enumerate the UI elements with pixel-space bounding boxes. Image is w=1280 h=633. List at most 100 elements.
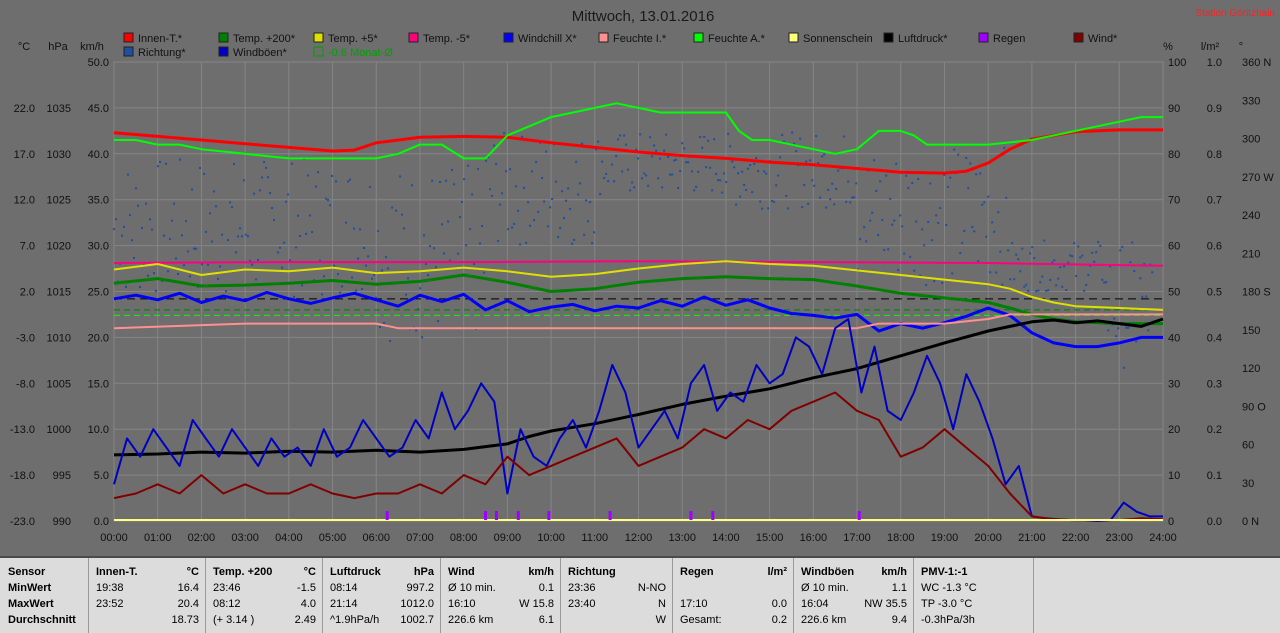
direction-point: [227, 239, 230, 242]
tick-label-wind: 35.0: [88, 195, 109, 207]
direction-point: [847, 180, 850, 183]
direction-point: [1033, 257, 1036, 260]
direction-point: [687, 161, 690, 164]
direction-point: [1129, 261, 1132, 264]
direction-point: [743, 183, 746, 186]
direction-point: [483, 271, 486, 274]
direction-point: [131, 239, 134, 242]
tick-label-pressure: 1020: [47, 241, 71, 253]
direction-point: [481, 225, 484, 228]
direction-point: [713, 138, 716, 141]
direction-point: [241, 235, 244, 238]
direction-point: [801, 206, 804, 209]
tick-label-time: 23:00: [1106, 532, 1134, 544]
direction-point: [551, 198, 554, 201]
stats-cell-value: N: [658, 598, 666, 610]
direction-point: [545, 150, 548, 153]
legend-swatch: [788, 32, 799, 43]
direction-point: [1009, 278, 1012, 281]
stats-header: PMV-1:-1: [913, 564, 1033, 580]
direction-point: [685, 161, 688, 164]
direction-point: [305, 232, 308, 235]
tick-label-time: 17:00: [843, 532, 871, 544]
direction-point: [821, 155, 824, 158]
stats-cell-label: MinWert: [8, 582, 52, 594]
direction-point: [489, 188, 492, 191]
direction-point: [437, 320, 440, 323]
direction-point: [625, 143, 628, 146]
stats-row: 23:46 -1.5: [205, 580, 322, 596]
stats-header: Luftdruck hPa: [322, 564, 440, 580]
direction-point: [991, 221, 994, 224]
tick-label-direction: 150: [1242, 325, 1260, 337]
tick-label-time: 05:00: [319, 532, 347, 544]
direction-point: [1015, 253, 1018, 256]
direction-point: [647, 184, 650, 187]
direction-point: [1019, 270, 1022, 273]
stats-column: Regen l/m² 17:10 0.0 Gesamt: 0.2: [672, 558, 794, 633]
direction-point: [155, 289, 158, 292]
stats-row: 17:10 0.0: [672, 596, 793, 612]
direction-point: [473, 262, 476, 265]
stats-cell-value: 1012.0: [400, 598, 434, 610]
legend-label: Luftdruck*: [898, 33, 948, 45]
direction-point: [589, 201, 592, 204]
direction-point: [781, 134, 784, 137]
direction-point: [169, 238, 172, 241]
direction-point: [911, 182, 914, 185]
direction-point: [415, 329, 418, 332]
direction-point: [211, 240, 214, 243]
direction-point: [631, 181, 634, 184]
direction-point: [813, 184, 816, 187]
stats-cell-label: 19:38: [96, 582, 124, 594]
direction-point: [165, 162, 168, 165]
direction-point: [581, 142, 584, 145]
direction-point: [1119, 249, 1122, 252]
direction-point: [205, 230, 208, 233]
direction-point: [715, 172, 718, 175]
direction-point: [675, 158, 678, 161]
direction-point: [1029, 252, 1032, 255]
direction-point: [853, 196, 856, 199]
direction-point: [737, 172, 740, 175]
tick-label-time: 00:00: [100, 532, 128, 544]
tick-label-direction: 30: [1242, 478, 1254, 490]
direction-point: [989, 271, 992, 274]
direction-point: [901, 225, 904, 228]
stats-cell-label: PMV-1:-1: [921, 566, 968, 578]
direction-point: [497, 239, 500, 242]
legend-label: Richtung*: [138, 47, 186, 59]
legend-swatch: [883, 32, 894, 43]
direction-point: [765, 172, 768, 175]
tick-label-time: 22:00: [1062, 532, 1090, 544]
direction-point: [953, 148, 956, 151]
tick-label-time: 12:00: [625, 532, 653, 544]
direction-point: [967, 187, 970, 190]
stats-row: MaxWert: [0, 596, 88, 612]
stats-cell-label: 16:10: [448, 598, 476, 610]
direction-point: [613, 180, 616, 183]
tick-label-temp: 22.0: [14, 103, 35, 115]
direction-point: [699, 136, 702, 139]
tick-label-direction: 180 S: [1242, 287, 1271, 299]
direction-point: [1123, 366, 1126, 369]
direction-point: [923, 244, 926, 247]
direction-point: [1045, 289, 1048, 292]
direction-point: [145, 202, 148, 205]
direction-point: [879, 180, 882, 183]
direction-point: [321, 293, 324, 296]
direction-point: [739, 195, 742, 198]
direction-point: [1077, 245, 1080, 248]
direction-point: [221, 233, 224, 236]
direction-point: [775, 184, 778, 187]
direction-point: [495, 163, 498, 166]
stats-cell-label: 23:46: [213, 582, 241, 594]
direction-point: [1087, 273, 1090, 276]
direction-point: [523, 186, 526, 189]
direction-point: [573, 238, 576, 241]
legend-label: Feuchte I.*: [613, 33, 667, 45]
direction-point: [639, 133, 642, 136]
direction-point: [1037, 289, 1040, 292]
direction-point: [349, 178, 352, 181]
unit-label-wind: km/h: [80, 41, 104, 53]
